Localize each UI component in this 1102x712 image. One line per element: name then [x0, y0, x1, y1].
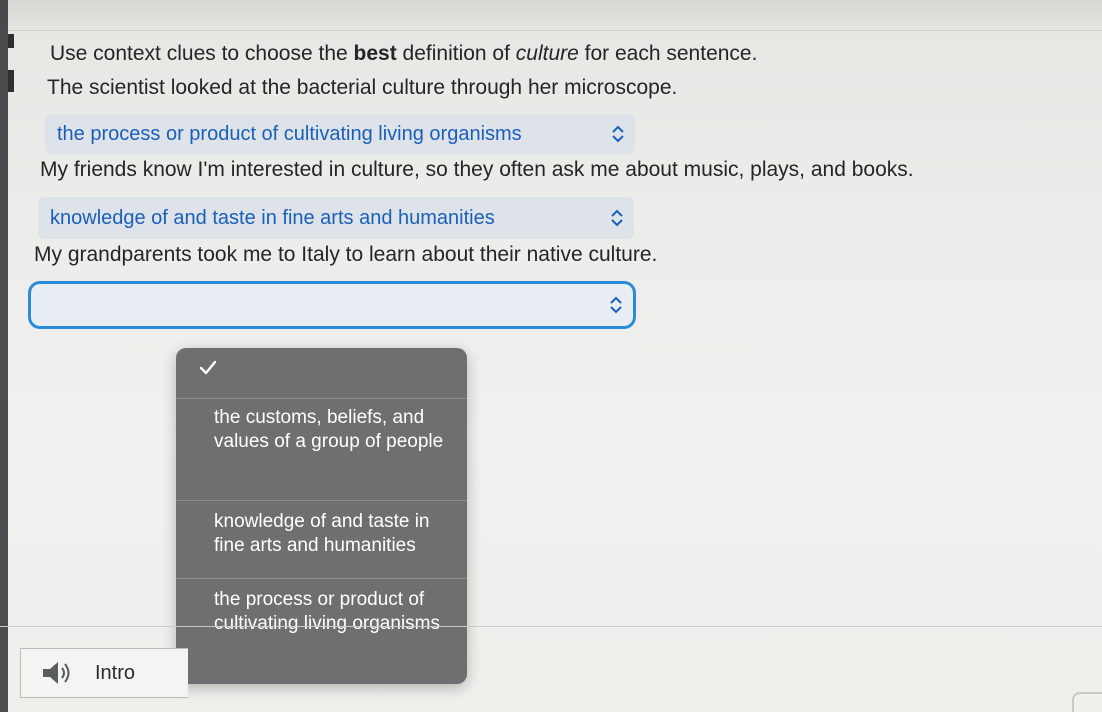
intro-button[interactable]: Intro [20, 648, 188, 698]
sentence-2: My friends know I'm interested in cultur… [40, 158, 914, 181]
top-bar [0, 0, 1102, 31]
menu-divider [176, 578, 467, 579]
definition-select-2[interactable]: knowledge of and taste in fine arts and … [38, 197, 634, 239]
definition-select-1[interactable]: the process or product of cultivating li… [45, 114, 635, 154]
speaker-icon [43, 662, 70, 684]
chevron-updown-icon [610, 296, 622, 314]
left-edge-bar [0, 0, 8, 712]
chevron-updown-icon [611, 209, 623, 227]
divider [0, 626, 1102, 627]
definition-dropdown-menu: the customs, beliefs, and values of a gr… [176, 348, 467, 684]
menu-item-option-3[interactable]: the process or product of cultivating li… [176, 588, 467, 636]
menu-divider [176, 398, 467, 399]
menu-item-option-2[interactable]: knowledge of and taste in fine arts and … [176, 510, 467, 558]
edge-tick [8, 34, 14, 48]
menu-item-option-1[interactable]: the customs, beliefs, and values of a gr… [176, 406, 467, 454]
corner-decoration [1072, 692, 1102, 712]
menu-item-blank[interactable] [176, 348, 467, 398]
select-value: the process or product of cultivating li… [57, 122, 522, 145]
intro-label: Intro [95, 661, 136, 684]
sentence-1: The scientist looked at the bacterial cu… [47, 76, 678, 99]
instructions: Use context clues to choose the best def… [50, 42, 758, 65]
checkmark-icon [199, 360, 217, 375]
chevron-updown-icon [612, 125, 624, 143]
definition-select-3[interactable] [28, 281, 636, 329]
select-value: knowledge of and taste in fine arts and … [50, 206, 495, 229]
sentence-3: My grandparents took me to Italy to lear… [34, 243, 658, 266]
edge-tick [8, 70, 14, 92]
menu-divider [176, 500, 467, 501]
